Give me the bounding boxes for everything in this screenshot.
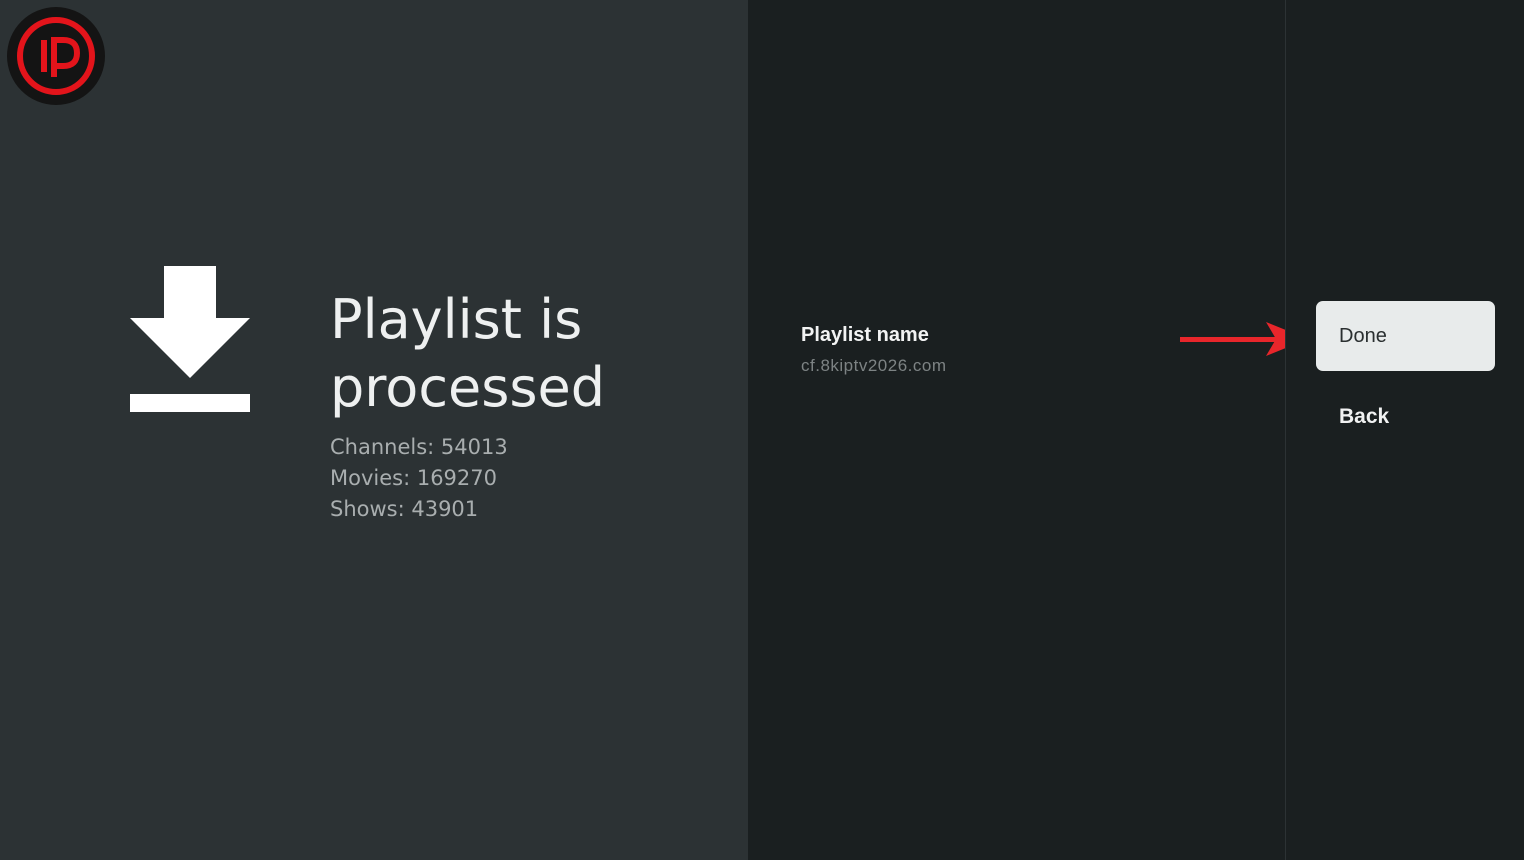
shows-count: Shows: 43901	[330, 497, 479, 521]
download-icon	[130, 266, 250, 412]
playlist-name-value: cf.8kiptv2026.com	[801, 356, 947, 375]
back-button[interactable]: Back	[1339, 405, 1389, 429]
details-pane: Playlist name cf.8kiptv2026.com	[748, 0, 1285, 860]
page-title: Playlist is processed	[330, 286, 730, 422]
playlist-processed-screen: Playlist is processed Channels: 54013 Mo…	[0, 0, 1524, 860]
ip-logo-icon	[7, 7, 105, 105]
title-line-2: processed	[330, 356, 606, 419]
done-button[interactable]: Done	[1316, 301, 1495, 371]
playlist-name-label: Playlist name	[801, 324, 929, 346]
actions-pane	[1285, 0, 1524, 860]
title-line-1: Playlist is	[330, 288, 583, 351]
status-pane: Playlist is processed Channels: 54013 Mo…	[0, 0, 748, 860]
movies-count: Movies: 169270	[330, 466, 498, 490]
channels-count: Channels: 54013	[330, 435, 508, 459]
playlist-stats: Channels: 54013 Movies: 169270 Shows: 43…	[330, 432, 508, 525]
